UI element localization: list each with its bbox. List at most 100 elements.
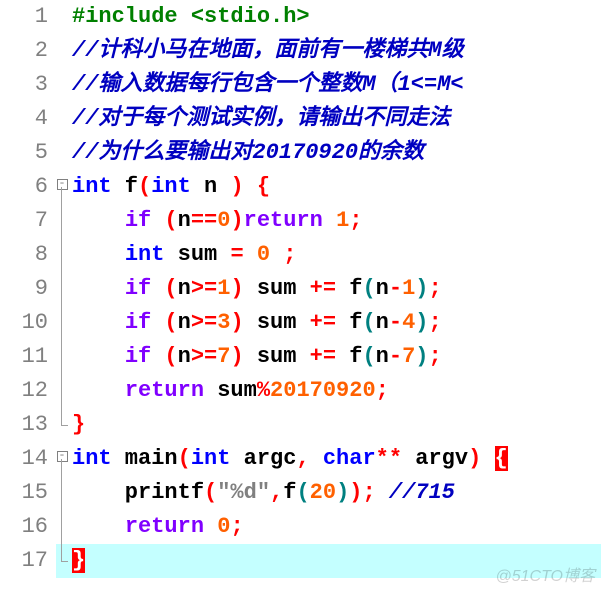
token-iden: sum xyxy=(244,344,310,369)
fold-gutter[interactable]: - xyxy=(56,170,68,204)
token-iden xyxy=(244,242,257,267)
token-comment: //为什么要输出对20170920的余数 xyxy=(72,140,424,165)
token-iden xyxy=(72,378,125,403)
fold-gutter xyxy=(56,510,68,544)
code-content[interactable]: //计科小马在地面，面前有一楼梯共M级 xyxy=(68,34,601,68)
code-line[interactable]: 13} xyxy=(0,408,601,442)
fold-gutter xyxy=(56,544,68,578)
fold-gutter[interactable]: - xyxy=(56,442,68,476)
token-op: ; xyxy=(349,208,362,233)
token-iden xyxy=(72,344,125,369)
code-content[interactable]: } xyxy=(68,408,601,442)
token-paren: ) xyxy=(349,480,362,505)
token-paren: ) xyxy=(230,208,243,233)
code-content[interactable]: printf("%d",f(20)); //715 xyxy=(68,476,601,510)
code-line[interactable]: 3//输入数据每行包含一个整数M（1<=M< xyxy=(0,68,601,102)
code-content[interactable]: if (n>=3) sum += f(n-4); xyxy=(68,306,601,340)
token-iden: n xyxy=(376,276,389,301)
code-content[interactable]: int f(int n ) { xyxy=(68,170,601,204)
code-line[interactable]: 10 if (n>=3) sum += f(n-4); xyxy=(0,306,601,340)
token-num: 20170920 xyxy=(270,378,376,403)
code-line[interactable]: 5//为什么要输出对20170920的余数 xyxy=(0,136,601,170)
line-number: 15 xyxy=(0,476,56,510)
token-iden: n xyxy=(178,310,191,335)
token-paren-b: ( xyxy=(362,276,375,301)
token-num: 1 xyxy=(336,208,349,233)
token-op: >= xyxy=(191,276,217,301)
token-iden xyxy=(72,276,125,301)
token-type: int xyxy=(72,446,112,471)
code-content[interactable]: return sum%20170920; xyxy=(68,374,601,408)
token-comment: //输入数据每行包含一个整数M（1<=M< xyxy=(72,72,464,97)
code-line[interactable]: 14-int main(int argc, char** argv) { xyxy=(0,442,601,476)
brace-warning: } xyxy=(72,548,85,573)
code-line[interactable]: 15 printf("%d",f(20)); //715 xyxy=(0,476,601,510)
code-line[interactable]: 4//对于每个测试实例，请输出不同走法 xyxy=(0,102,601,136)
token-iden: f xyxy=(336,276,362,301)
fold-gutter xyxy=(56,306,68,340)
token-type: char xyxy=(323,446,376,471)
line-number: 8 xyxy=(0,238,56,272)
token-kw: if xyxy=(125,310,151,335)
token-num: 0 xyxy=(217,514,230,539)
token-op: >= xyxy=(191,310,217,335)
token-iden xyxy=(151,208,164,233)
token-iden: f xyxy=(336,310,362,335)
token-num: 7 xyxy=(217,344,230,369)
line-number: 10 xyxy=(0,306,56,340)
code-content[interactable]: return 0; xyxy=(68,510,601,544)
token-iden xyxy=(151,344,164,369)
token-type: int xyxy=(125,242,165,267)
code-content[interactable]: int main(int argc, char** argv) { xyxy=(68,442,601,476)
fold-gutter xyxy=(56,408,68,442)
code-line[interactable]: 12 return sum%20170920; xyxy=(0,374,601,408)
token-num: 4 xyxy=(402,310,415,335)
token-paren: ( xyxy=(164,276,177,301)
token-paren: ) xyxy=(230,276,243,301)
code-line[interactable]: 2//计科小马在地面，面前有一楼梯共M级 xyxy=(0,34,601,68)
token-iden: n xyxy=(376,310,389,335)
code-line[interactable]: 8 int sum = 0 ; xyxy=(0,238,601,272)
fold-gutter xyxy=(56,102,68,136)
code-editor[interactable]: 1#include <stdio.h>2//计科小马在地面，面前有一楼梯共M级3… xyxy=(0,0,601,578)
code-content[interactable]: //输入数据每行包含一个整数M（1<=M< xyxy=(68,68,601,102)
code-content[interactable]: #include <stdio.h> xyxy=(68,0,601,34)
token-op: += xyxy=(310,276,336,301)
fold-toggle-icon[interactable]: - xyxy=(57,179,68,190)
code-content[interactable]: if (n>=7) sum += f(n-7); xyxy=(68,340,601,374)
code-line[interactable]: 11 if (n>=7) sum += f(n-7); xyxy=(0,340,601,374)
token-op: ; xyxy=(230,514,243,539)
fold-gutter xyxy=(56,238,68,272)
token-num: 0 xyxy=(217,208,230,233)
token-iden: sum xyxy=(164,242,230,267)
fold-gutter xyxy=(56,340,68,374)
code-line[interactable]: 9 if (n>=1) sum += f(n-1); xyxy=(0,272,601,306)
fold-gutter xyxy=(56,136,68,170)
code-content[interactable]: //对于每个测试实例，请输出不同走法 xyxy=(68,102,601,136)
token-num: 7 xyxy=(402,344,415,369)
line-number: 16 xyxy=(0,510,56,544)
code-content[interactable]: if (n==0)return 1; xyxy=(68,204,601,238)
fold-gutter xyxy=(56,204,68,238)
code-content[interactable]: int sum = 0 ; xyxy=(68,238,601,272)
token-op: ; xyxy=(428,310,441,335)
token-iden xyxy=(72,310,125,335)
code-line[interactable]: 1#include <stdio.h> xyxy=(0,0,601,34)
code-line[interactable]: 7 if (n==0)return 1; xyxy=(0,204,601,238)
code-line[interactable]: 6-int f(int n ) { xyxy=(0,170,601,204)
token-iden: sum xyxy=(244,310,310,335)
token-iden xyxy=(310,446,323,471)
token-iden: sum xyxy=(204,378,257,403)
token-iden xyxy=(376,480,389,505)
fold-gutter xyxy=(56,272,68,306)
token-type: int xyxy=(151,174,191,199)
code-line[interactable]: 16 return 0; xyxy=(0,510,601,544)
code-content[interactable]: //为什么要输出对20170920的余数 xyxy=(68,136,601,170)
fold-toggle-icon[interactable]: - xyxy=(57,451,68,462)
token-comment: //对于每个测试实例，请输出不同走法 xyxy=(72,106,450,131)
token-paren: ) xyxy=(230,174,243,199)
code-content[interactable]: if (n>=1) sum += f(n-1); xyxy=(68,272,601,306)
token-iden xyxy=(481,446,494,471)
token-paren-b: ) xyxy=(415,310,428,335)
token-paren: ( xyxy=(164,310,177,335)
